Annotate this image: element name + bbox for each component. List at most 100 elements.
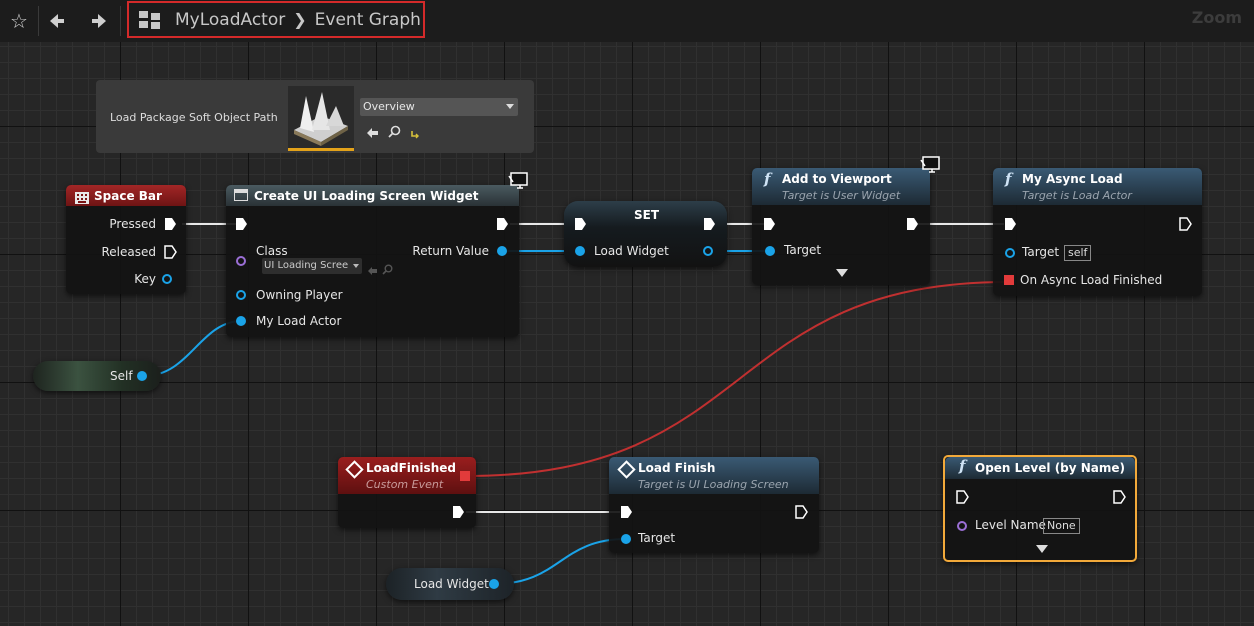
node-subtitle: Custom Event (366, 478, 444, 491)
on-async-load-finished-label: On Async Load Finished (1020, 273, 1163, 287)
asset-dropdown[interactable]: Overview (360, 98, 518, 116)
target-pin[interactable] (765, 246, 775, 256)
my-async-load-node[interactable]: f My Async Load Target is Load Actor Tar… (993, 168, 1202, 296)
node-title: LoadFinished (366, 461, 456, 475)
asset-panel-label: Load Package Soft Object Path (110, 111, 278, 124)
node-subtitle: Target is User Widget (782, 189, 901, 202)
toolbar-divider (120, 6, 121, 36)
key-pin-label: Key (134, 272, 156, 286)
chevron-down-icon (353, 264, 359, 268)
owning-player-pin[interactable] (236, 290, 246, 300)
level-name-value[interactable]: None (1043, 518, 1080, 534)
zoom-label: Zoom (1191, 8, 1242, 27)
return-value-pin[interactable] (497, 246, 507, 256)
exec-in-pin[interactable] (235, 217, 248, 231)
favorite-star-icon[interactable]: ☆ (4, 6, 34, 36)
exec-out-pin[interactable] (452, 505, 465, 519)
exec-in-pin[interactable] (956, 490, 969, 504)
level-name-pin-label: Level Name (975, 518, 1046, 532)
keyboard-icon (75, 189, 89, 208)
target-pin[interactable] (1005, 248, 1015, 258)
asset-thumbnail[interactable] (288, 86, 354, 151)
exec-in-pin[interactable] (1004, 217, 1017, 231)
return-value-pin-label: Return Value (412, 244, 489, 258)
delegate-out-pin[interactable] (460, 471, 470, 481)
self-variable-node[interactable]: Self (33, 361, 161, 391)
exec-out-pin[interactable] (496, 217, 509, 231)
load-widget-label: Load Widget (414, 577, 489, 591)
browse-search-icon[interactable] (382, 260, 393, 279)
class-pin-label: Class (256, 244, 288, 258)
node-subtitle: Target is UI Loading Screen (638, 478, 789, 491)
on-async-load-finished-pin[interactable] (1004, 275, 1014, 285)
graph-toolbar: ☆ MyLoadActor ❯ Event Graph Zoom (0, 0, 1254, 42)
exec-out-pin[interactable] (795, 505, 808, 519)
expand-arrow-icon[interactable] (1036, 545, 1048, 553)
target-pin-label: Target (1022, 245, 1060, 259)
class-dropdown-value: UI Loading Scree (264, 260, 349, 271)
client-only-monitor-icon (920, 156, 940, 173)
node-title: Open Level (by Name) (975, 461, 1126, 475)
object-wire-loadwidget (493, 538, 627, 585)
node-subtitle: Target is Load Actor (1022, 189, 1132, 202)
forward-arrow-icon[interactable] (84, 6, 114, 36)
chevron-right-icon: ❯ (293, 10, 307, 29)
asset-dropdown-value: Overview (363, 100, 415, 113)
load-widget-pin-label: Load Widget (594, 244, 669, 258)
level-name-pin[interactable] (957, 521, 967, 531)
load-widget-variable-node[interactable]: Load Widget (386, 568, 514, 600)
pressed-pin-label: Pressed (109, 217, 156, 231)
exec-out-pin[interactable] (703, 217, 716, 231)
expand-arrow-icon[interactable] (836, 269, 848, 277)
exec-in-pin[interactable] (574, 217, 587, 231)
reset-default-icon[interactable] (410, 124, 420, 143)
back-arrow-icon[interactable] (42, 6, 72, 36)
load-widget-out-pin[interactable] (703, 246, 713, 256)
exec-in-pin[interactable] (620, 505, 633, 519)
load-widget-in-pin[interactable] (575, 246, 585, 256)
exec-in-pin[interactable] (763, 217, 776, 231)
set-variable-node[interactable]: SET Load Widget (564, 201, 727, 267)
class-dropdown[interactable]: UI Loading Scree (262, 258, 362, 274)
use-selected-arrow-icon[interactable] (367, 261, 378, 280)
pressed-exec-pin[interactable] (164, 217, 177, 231)
target-pin[interactable] (621, 534, 631, 544)
exec-out-pin[interactable] (1179, 217, 1192, 231)
breadcrumb: MyLoadActor ❯ Event Graph (127, 1, 425, 38)
load-finished-event-node[interactable]: LoadFinished Custom Event (338, 457, 476, 528)
browse-search-icon[interactable] (388, 123, 401, 142)
function-icon: f (959, 457, 966, 475)
load-finish-node[interactable]: Load Finish Target is UI Loading Screen … (609, 457, 819, 553)
open-level-node[interactable]: f Open Level (by Name) Level Name None (943, 455, 1137, 562)
function-icon: f (1005, 170, 1012, 188)
breadcrumb-asset[interactable]: MyLoadActor (175, 10, 285, 30)
target-self-value[interactable]: self (1064, 245, 1092, 261)
space-bar-event-node[interactable]: Space Bar Pressed Released Key (66, 185, 186, 294)
load-widget-out-pin[interactable] (489, 579, 499, 589)
widget-blueprint-icon (234, 189, 248, 201)
exec-out-pin[interactable] (1113, 490, 1126, 504)
my-load-actor-pin[interactable] (236, 316, 246, 326)
function-icon: f (764, 170, 771, 188)
released-exec-pin[interactable] (164, 245, 177, 259)
target-pin-label: Target (638, 531, 676, 545)
add-to-viewport-node[interactable]: f Add to Viewport Target is User Widget … (752, 168, 930, 285)
breadcrumb-graph[interactable]: Event Graph (315, 10, 421, 30)
released-pin-label: Released (101, 245, 156, 259)
toolbar-divider (38, 6, 39, 36)
chevron-down-icon (506, 104, 514, 109)
client-only-monitor-icon (508, 172, 528, 189)
key-pin[interactable] (162, 274, 172, 284)
delegate-wire (465, 281, 1009, 477)
create-widget-node[interactable]: Create UI Loading Screen Widget Class UI… (226, 185, 519, 337)
node-title: Load Finish (638, 461, 716, 475)
asset-panel: Load Package Soft Object Path Overview (96, 80, 534, 153)
use-selected-arrow-icon[interactable] (366, 124, 379, 143)
target-pin-label: Target (784, 243, 822, 257)
exec-out-pin[interactable] (906, 217, 919, 231)
node-title: SET (634, 208, 660, 222)
node-title: Space Bar (94, 189, 162, 203)
blueprint-graph-icon (139, 10, 161, 29)
class-pin[interactable] (236, 256, 246, 266)
self-out-pin[interactable] (137, 371, 147, 381)
